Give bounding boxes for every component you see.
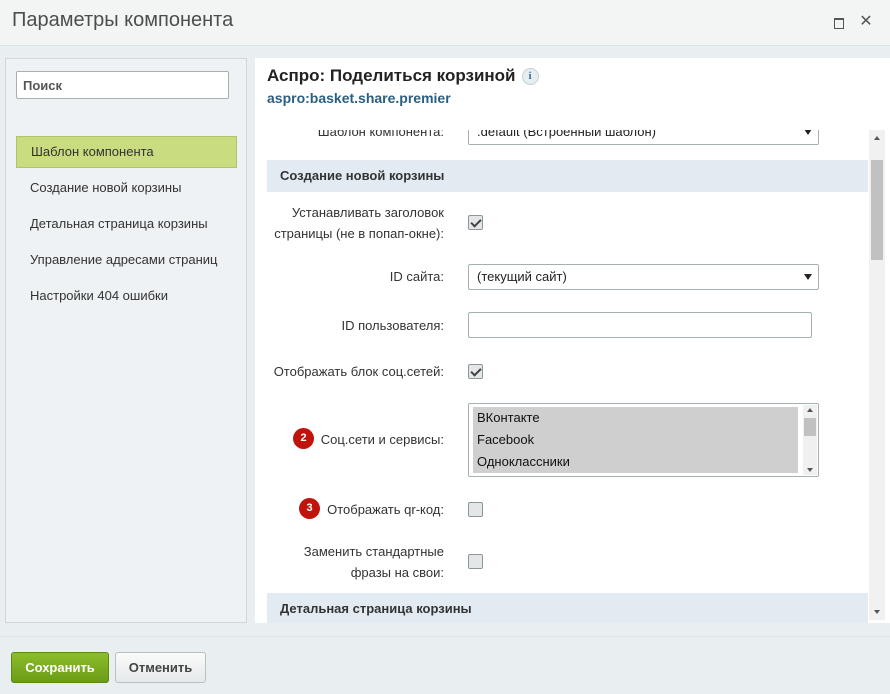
parameters-scroll-area[interactable]: Шаблон компонента: .default (Встроенный … [267,130,868,623]
set-title-label: Устанавливать заголовок страницы (не в п… [274,205,444,241]
scroll-up-icon[interactable] [874,136,880,140]
user-id-label: ID пользователя: [341,318,444,333]
cancel-button[interactable]: Отменить [115,652,206,683]
site-id-label: ID сайта: [389,269,444,284]
site-id-row: ID сайта: (текущий сайт) [267,264,868,290]
option-facebook[interactable]: Facebook [473,429,798,451]
template-label: Шаблон компонента: [317,130,444,139]
info-icon[interactable]: i [521,68,539,85]
show-social-checkbox[interactable] [468,364,483,379]
option-odnoklassniki[interactable]: Одноклассники [473,451,798,473]
scroll-up-icon[interactable] [807,408,813,412]
user-id-input[interactable] [468,312,812,338]
replace-phrases-checkbox[interactable] [468,554,483,569]
user-id-row: ID пользователя: [267,312,868,338]
dialog-footer: Сохранить Отменить [0,636,890,694]
template-select[interactable]: .default (Встроенный шаблон) [468,130,819,145]
show-qr-row: 3 Отображать qr-код: [267,498,868,522]
social-services-row: 2 Соц.сети и сервисы: ВКонтакте Facebook… [267,403,868,477]
option-vkontakte[interactable]: ВКонтакте [473,407,798,429]
annotation-badge-3: 3 [299,498,320,519]
show-qr-checkbox[interactable] [468,502,483,517]
multiselect-scrollbar[interactable] [803,405,817,475]
sidebar-item-detail-page[interactable]: Детальная страница корзины [16,208,237,240]
replace-phrases-row: Заменить стандартные фразы на свои: [267,541,868,583]
site-id-select-value: (текущий сайт) [477,269,567,284]
replace-phrases-label: Заменить стандартные фразы на свои: [303,544,444,580]
sidebar-nav: Шаблон компонента Создание новой корзины… [16,136,237,316]
set-title-checkbox[interactable] [468,215,483,230]
template-row: Шаблон компонента: .default (Встроенный … [267,130,868,145]
social-services-options: ВКонтакте Facebook Одноклассники [473,407,798,473]
dialog-titlebar: Параметры компонента ✕ [0,0,890,46]
sidebar: Шаблон компонента Создание новой корзины… [5,58,247,623]
site-id-select[interactable]: (текущий сайт) [468,264,819,290]
component-title: Аспро: Поделиться корзиной [267,66,516,85]
social-services-multiselect[interactable]: ВКонтакте Facebook Одноклассники [468,403,819,477]
chevron-down-icon [804,130,812,135]
sidebar-item-template[interactable]: Шаблон компонента [16,136,237,168]
social-services-label: Соц.сети и сервисы: [320,432,444,447]
set-title-row: Устанавливать заголовок страницы (не в п… [267,202,868,244]
annotation-badge-2: 2 [293,428,314,449]
show-social-row: 1 Отображать блок соц.сетей: [267,360,868,384]
component-code: aspro:basket.share.premier [267,90,451,106]
scroll-down-icon[interactable] [874,610,880,614]
save-button[interactable]: Сохранить [11,652,109,683]
close-icon[interactable]: ✕ [857,13,875,31]
dialog-title: Параметры компонента [12,9,234,31]
scroll-thumb[interactable] [804,418,816,436]
section-create-basket[interactable]: Создание новой корзины [267,160,868,192]
template-select-value: .default (Встроенный шаблон) [477,130,656,139]
sidebar-item-404-settings[interactable]: Настройки 404 ошибки [16,280,237,312]
show-qr-label: Отображать qr-код: [327,502,444,517]
component-header: Аспро: Поделиться корзиной i aspro:basket… [267,66,539,106]
scroll-thumb[interactable] [871,160,883,260]
section-detail-page[interactable]: Детальная страница корзины [267,593,868,623]
scroll-down-icon[interactable] [807,468,813,472]
chevron-down-icon [804,274,812,280]
maximize-icon[interactable] [829,13,847,31]
search-input[interactable] [16,71,229,99]
main-scrollbar[interactable] [869,130,885,620]
main-panel: Аспро: Поделиться корзиной i aspro:basket… [255,58,890,623]
sidebar-item-url-management[interactable]: Управление адресами страниц [16,244,237,276]
show-social-label: Отображать блок соц.сетей: [273,364,444,379]
sidebar-item-create-basket[interactable]: Создание новой корзины [16,172,237,204]
